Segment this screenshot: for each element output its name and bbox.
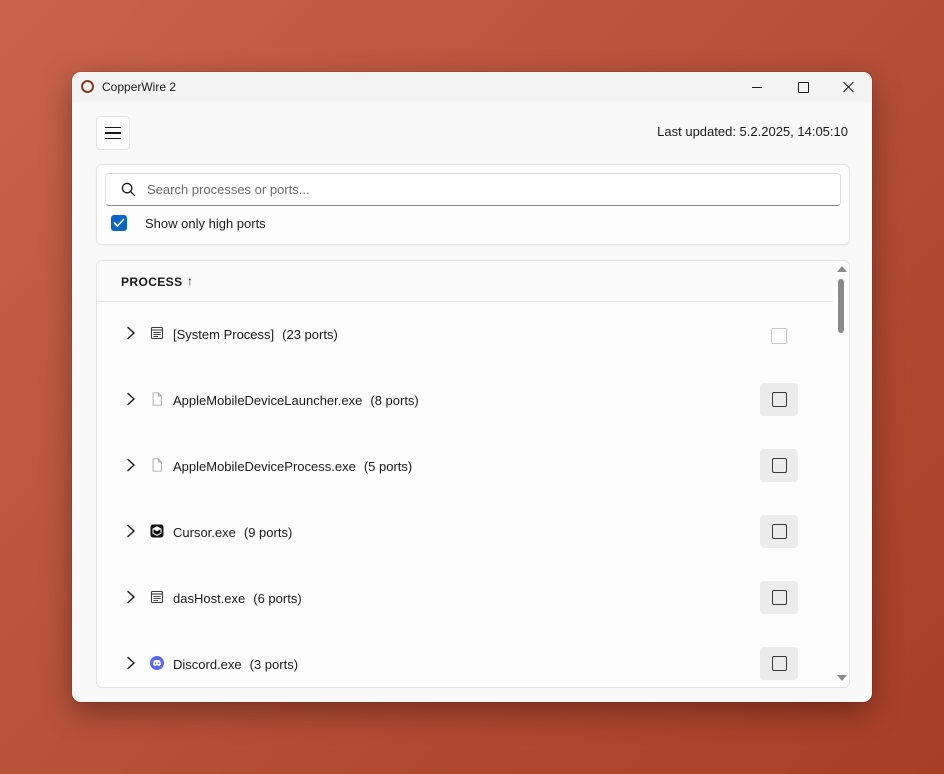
search-input[interactable] [147,174,807,205]
last-updated-text: Last updated: 5.2.2025, 14:05:10 [657,124,848,139]
row-checkbox[interactable] [760,449,798,482]
port-count: (23 ports) [282,327,338,342]
process-name-text: AppleMobileDeviceProcess.exe [173,459,356,474]
app-window: CopperWire 2 Last updated: 5.2.2025, 14:… [72,72,872,702]
blank-file-icon [152,458,162,472]
chevron-right-icon[interactable] [125,458,137,472]
minimize-button[interactable] [734,72,780,102]
chevron-right-icon[interactable] [125,656,137,670]
sort-ascending-icon[interactable]: ↑ [187,274,193,288]
blank-file-icon [152,392,162,406]
process-name-text: Discord.exe [173,657,242,672]
hamburger-icon-line [105,126,121,129]
row-checkbox[interactable] [760,647,798,680]
vertical-scrollbar[interactable] [833,261,849,687]
process-name: Cursor.exe (9 ports) [173,525,292,540]
row-checkbox[interactable] [771,328,787,344]
checkbox-square-icon [771,656,787,671]
checkbox-square-icon [771,458,787,473]
chevron-right-icon[interactable] [125,524,137,538]
process-list: PROCESS ↑ [System Process] (23 ports) Ap… [96,260,850,688]
process-name-text: Cursor.exe [173,525,236,540]
search-box[interactable] [105,173,841,206]
row-checkbox[interactable] [760,383,798,416]
maximize-button[interactable] [780,72,826,102]
process-name: Discord.exe (3 ports) [173,657,298,672]
high-ports-checkbox[interactable] [111,215,127,231]
row-checkbox[interactable] [760,515,798,548]
window-title: CopperWire 2 [102,80,177,94]
scroll-down-arrow-icon[interactable] [837,675,847,681]
row-checkbox[interactable] [760,581,798,614]
port-count: (6 ports) [253,591,302,606]
process-name-text: [System Process] [173,327,275,342]
title-bar[interactable]: CopperWire 2 [72,72,872,102]
high-ports-label: Show only high ports [145,215,266,231]
process-rows: [System Process] (23 ports) AppleMobileDe… [97,302,833,687]
filter-panel: Show only high ports [96,164,850,245]
search-icon [121,182,136,197]
table-row[interactable]: Discord.exe (3 ports) [97,632,833,687]
close-button[interactable] [826,72,872,102]
scroll-up-arrow-icon[interactable] [837,266,847,272]
port-count: (3 ports) [249,657,299,672]
menu-button[interactable] [96,116,130,150]
process-name-text: AppleMobileDeviceLauncher.exe [173,393,363,408]
table-row[interactable]: AppleMobileDeviceProcess.exe (5 ports) [97,434,833,500]
list-header[interactable]: PROCESS ↑ [97,261,833,302]
table-row[interactable]: AppleMobileDeviceLauncher.exe (8 ports) [97,368,833,434]
table-row[interactable]: dasHost.exe (6 ports) [97,566,833,632]
cursor-app-icon [150,524,164,538]
process-name: AppleMobileDeviceProcess.exe (5 ports) [173,459,412,474]
chevron-right-icon[interactable] [125,392,137,406]
copperwire-logo-icon [81,80,94,93]
checkmark-icon [113,218,125,227]
chevron-right-icon[interactable] [125,326,137,340]
table-row[interactable]: Cursor.exe (9 ports) [97,500,833,566]
process-name: dasHost.exe (6 ports) [173,591,302,606]
maximize-icon [797,81,809,93]
high-ports-toggle[interactable]: Show only high ports [111,215,266,231]
process-column-header[interactable]: PROCESS [121,275,182,289]
minimize-icon [752,86,762,88]
chevron-right-icon[interactable] [125,590,137,604]
process-name: AppleMobileDeviceLauncher.exe (8 ports) [173,393,419,408]
port-count: (8 ports) [370,393,419,408]
scroll-thumb[interactable] [838,279,844,333]
close-icon [843,81,855,93]
table-row[interactable]: [System Process] (23 ports) [97,302,833,368]
checkbox-square-icon [771,590,787,605]
checkbox-square-icon [771,392,787,407]
hamburger-icon-line [105,137,121,140]
port-count: (9 ports) [243,525,293,540]
checkbox-square-icon [771,524,787,539]
process-name-text: dasHost.exe [173,591,246,606]
hamburger-icon-line [105,132,121,134]
port-count: (5 ports) [363,459,413,474]
system-window-icon [150,326,164,340]
discord-icon [150,656,164,670]
system-window-icon [150,590,164,604]
process-name: [System Process] (23 ports) [173,327,338,342]
